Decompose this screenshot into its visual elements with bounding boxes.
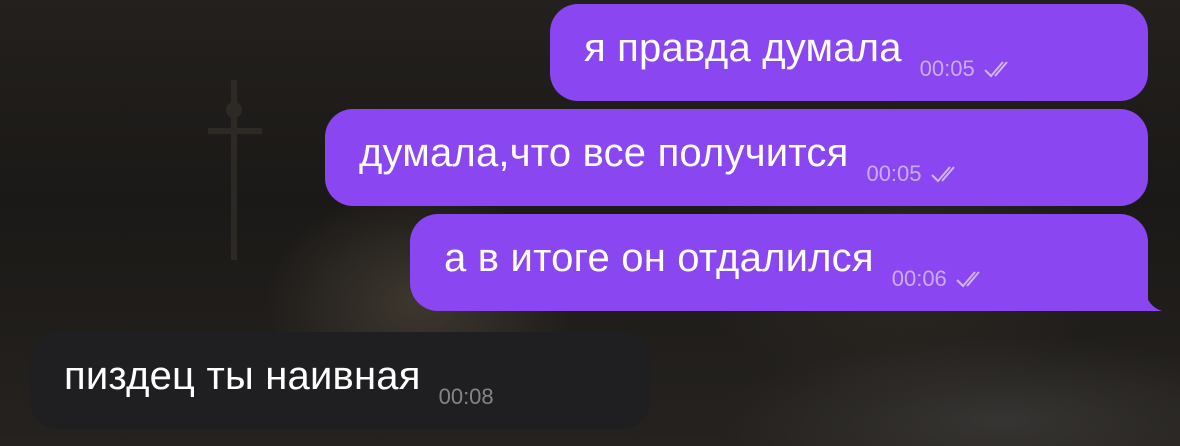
message-meta: 00:05 [920,56,1017,82]
message-time: 00:05 [866,160,922,186]
read-double-check-icon [930,165,955,182]
outgoing-message-bubble[interactable]: думала,что все получится 00:05 [325,109,1148,206]
read-double-check-icon [956,270,980,287]
read-double-check-icon [984,60,1008,77]
incoming-message-bubble[interactable]: пиздец ты наивная 00:08 [30,332,650,429]
bubble-tail-icon [1132,281,1162,311]
message-meta: 00:05 [866,161,963,187]
message-text: пиздец ты наивная [64,354,421,398]
outgoing-message-bubble[interactable]: я правда думала 00:05 [550,4,1148,101]
message-time: 00:08 [438,383,494,409]
message-meta: 00:08 [439,384,494,410]
message-time: 00:05 [919,55,975,81]
message-text: я правда думала [584,26,902,70]
cross-silhouette-icon [208,80,262,260]
message-text: думала,что все получится [359,131,849,175]
message-time: 00:06 [891,265,947,291]
outgoing-message-bubble[interactable]: а в итоге он отдалился 00:06 [410,214,1162,311]
message-meta: 00:06 [892,266,989,292]
message-text: а в итоге он отдалился [444,236,874,280]
